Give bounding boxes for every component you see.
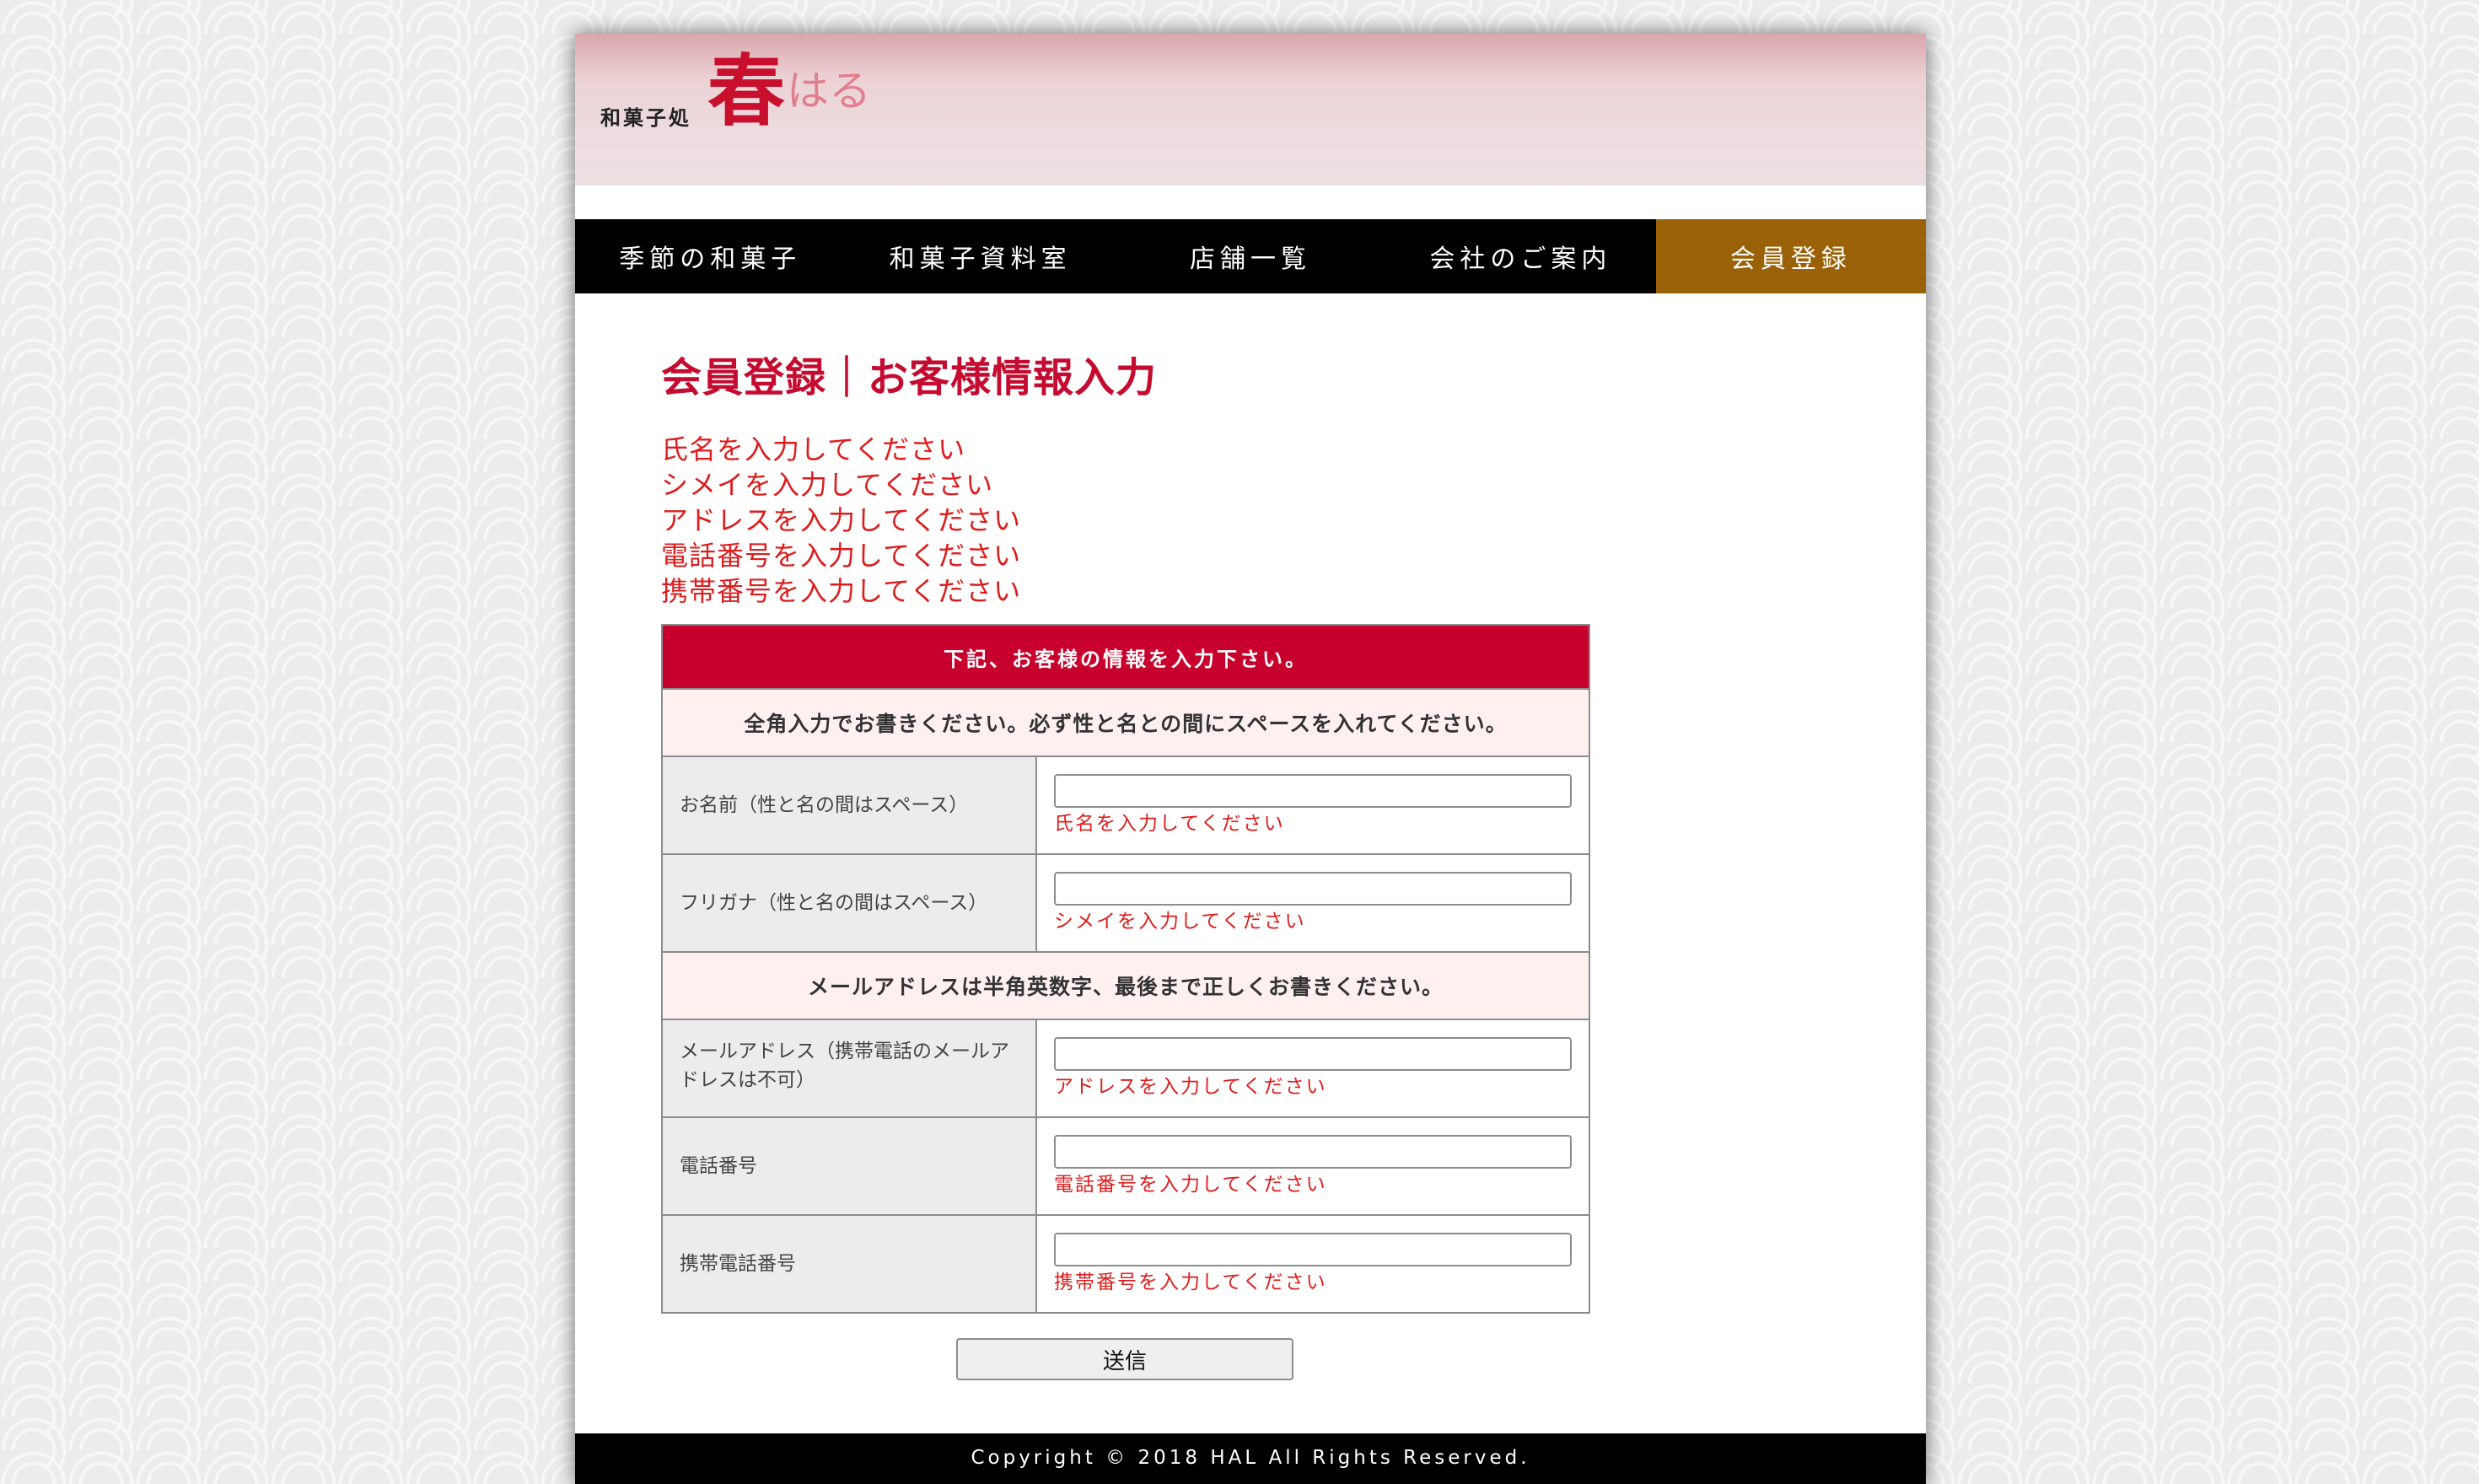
- mobile-error: 携帯番号を入力してください: [1054, 1272, 1327, 1294]
- phone-cell: 電話番号を入力してください: [1035, 1116, 1590, 1216]
- nav-item-member-registration[interactable]: 会員登録: [1655, 219, 1927, 293]
- phone-input[interactable]: [1054, 1135, 1572, 1169]
- logo-kana: はる: [787, 67, 872, 116]
- error-message: 携帯番号を入力してください: [661, 574, 1022, 607]
- page-container: 和菓子処 春 はる 季節の和菓子 和菓子資料室 店舗一覧 会社のご案内 会員登録…: [575, 34, 1927, 1484]
- error-message: 氏名を入力してください: [661, 433, 966, 465]
- logo-mark: 春 はる: [707, 52, 871, 130]
- page-title: 会員登録｜お客様情報入力: [661, 354, 1158, 401]
- copyright-text: Copyright © 2018 HAL All Rights Reserved…: [971, 1447, 1530, 1469]
- error-message: シメイを入力してください: [661, 468, 994, 501]
- error-summary: 氏名を入力してください シメイを入力してください アドレスを入力してください 電…: [661, 432, 1842, 609]
- main-content: 会員登録｜お客様情報入力 氏名を入力してください シメイを入力してください アド…: [661, 354, 1842, 1314]
- kana-input[interactable]: [1054, 872, 1572, 906]
- logo-subtitle: 和菓子処: [600, 106, 691, 130]
- name-cell: 氏名を入力してください: [1035, 755, 1590, 855]
- mobile-cell: 携帯番号を入力してください: [1035, 1214, 1590, 1314]
- email-error: アドレスを入力してください: [1054, 1076, 1327, 1099]
- nav-item-seasonal-wagashi[interactable]: 季節の和菓子: [575, 219, 845, 293]
- error-message: アドレスを入力してください: [661, 503, 1022, 536]
- email-cell: アドレスを入力してください: [1035, 1019, 1590, 1118]
- logo-kanji: 春: [707, 46, 786, 137]
- name-input[interactable]: [1054, 774, 1572, 809]
- name-label: お名前（性と名の間はスペース）: [661, 755, 1037, 855]
- error-message: 電話番号を入力してください: [661, 539, 1022, 572]
- form-note-fullwidth: 全角入力でお書きください。必ず性と名との間にスペースを入れてください。: [661, 688, 1590, 757]
- submit-button[interactable]: 送信: [956, 1338, 1293, 1380]
- registration-form: 下記、お客様の情報を入力下さい。 全角入力でお書きください。必ず性と名との間にス…: [661, 624, 1590, 1314]
- site-footer: Copyright © 2018 HAL All Rights Reserved…: [575, 1433, 1926, 1484]
- main-nav: 季節の和菓子 和菓子資料室 店舗一覧 会社のご案内 会員登録: [575, 219, 1927, 293]
- email-input[interactable]: [1054, 1037, 1572, 1072]
- form-caption: 下記、お客様の情報を入力下さい。: [661, 624, 1590, 690]
- phone-error: 電話番号を入力してください: [1054, 1174, 1327, 1196]
- mobile-input[interactable]: [1054, 1233, 1572, 1267]
- form-note-email: メールアドレスは半角英数字、最後まで正しくお書きください。: [661, 951, 1590, 1020]
- nav-item-wagashi-archive[interactable]: 和菓子資料室: [845, 219, 1115, 293]
- mobile-label: 携帯電話番号: [661, 1214, 1037, 1314]
- phone-label: 電話番号: [661, 1116, 1037, 1216]
- kana-cell: シメイを入力してください: [1035, 853, 1590, 953]
- kana-label: フリガナ（性と名の間はスペース）: [661, 853, 1037, 953]
- nav-item-company-info[interactable]: 会社のご案内: [1385, 219, 1655, 293]
- site-header: 和菓子処 春 はる: [575, 34, 1926, 186]
- name-error: 氏名を入力してください: [1054, 813, 1285, 836]
- kana-error: シメイを入力してください: [1054, 911, 1306, 933]
- nav-item-store-list[interactable]: 店舗一覧: [1116, 219, 1385, 293]
- email-label: メールアドレス（携帯電話のメールアドレスは不可）: [661, 1019, 1037, 1118]
